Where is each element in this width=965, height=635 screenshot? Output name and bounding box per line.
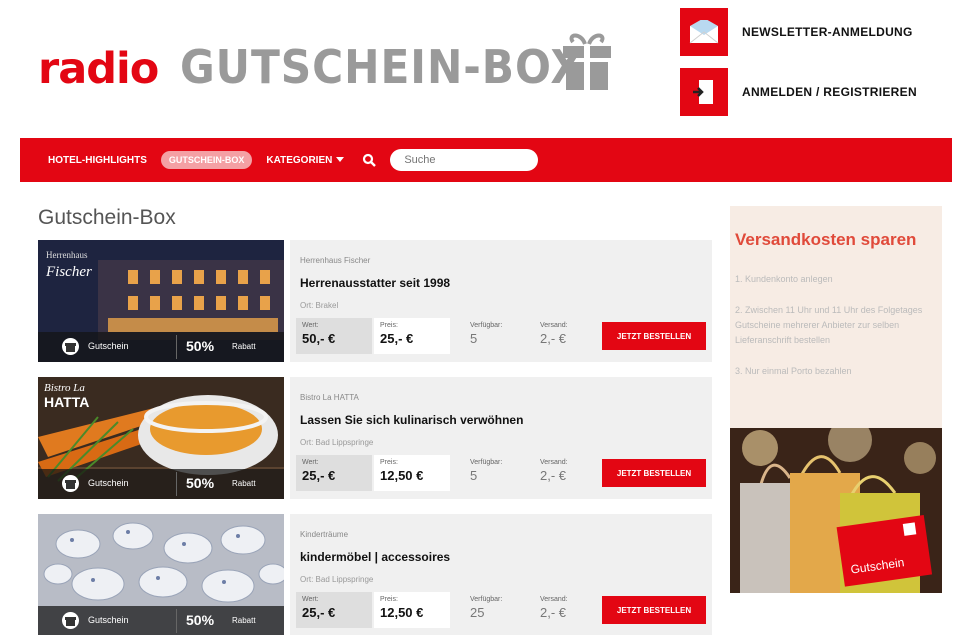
main-navigation: HOTEL-HIGHLIGHTS GUTSCHEIN-BOX KATEGORIE… xyxy=(20,138,952,182)
discount-percent: 50% xyxy=(186,475,215,491)
image-caption: Fischer xyxy=(45,264,92,280)
price-box: Preis: 12,50 € xyxy=(374,455,450,491)
svg-text:Herrenhaus: Herrenhaus xyxy=(46,250,88,260)
sidebar-step: 3. Nur einmal Porto bezahlen xyxy=(735,366,852,376)
product-card: Gutschein 50% Rabatt Kinderträume kinder… xyxy=(38,514,712,635)
nav-hotel-highlights[interactable]: HOTEL-HIGHLIGHTS xyxy=(48,155,147,166)
discount-percent: 50% xyxy=(186,612,215,628)
vendor-name[interactable]: Bistro La HATTA xyxy=(300,393,359,402)
sidebar-steps: 1. Kundenkonto anlegen 2. Zwischen 11 Uh… xyxy=(735,272,935,395)
svg-text:HATTA: HATTA xyxy=(44,394,89,410)
value-box: Wert: 50,- € xyxy=(296,318,372,354)
image-overlay-bar: Gutschein 50% Rabatt xyxy=(38,469,284,499)
image-overlay-bar: Gutschein 50% Rabatt xyxy=(38,606,284,635)
availability-box: Verfügbar: 5 xyxy=(470,459,503,483)
nav-kategorien-dropdown[interactable]: KATEGORIEN xyxy=(266,154,345,166)
newsletter-link[interactable]: NEWSLETTER-ANMELDUNG xyxy=(680,8,913,56)
product-location: Ort: Brakel xyxy=(300,301,339,310)
nav-kategorien-label: KATEGORIEN xyxy=(266,154,333,166)
nav-gutschein-box[interactable]: GUTSCHEIN-BOX xyxy=(160,151,253,169)
product-image-herrenhaus[interactable]: Herrenhaus Fischer Gutschein 50% Rabatt xyxy=(38,240,284,362)
product-image-kindertraeume[interactable]: Gutschein 50% Rabatt xyxy=(38,514,284,635)
search-icon[interactable] xyxy=(362,153,377,167)
product-card: Bistro La HATTA Gutschein 50% Rabatt Bis… xyxy=(38,377,712,499)
sidebar-step: 1. Kundenkonto anlegen xyxy=(735,274,833,284)
vendor-name[interactable]: Herrenhaus Fischer xyxy=(300,256,370,265)
sidebar-step: 2. Zwischen 11 Uhr und 11 Uhr des Folget… xyxy=(735,305,923,345)
image-overlay-bar: Gutschein 50% Rabatt xyxy=(38,332,284,362)
shipping-savings-banner[interactable]: Versandkosten sparen 1. Kundenkonto anle… xyxy=(730,206,942,593)
product-headline[interactable]: kindermöbel | accessoires xyxy=(300,550,450,564)
voucher-badge-label: Gutschein xyxy=(88,615,129,625)
price-box: Preis: 25,- € xyxy=(374,318,450,354)
chevron-down-icon xyxy=(336,157,345,162)
gift-badge-icon xyxy=(62,338,79,355)
voucher-badge-label: Gutschein xyxy=(88,478,129,488)
shipping-box: Versand: 2,- € xyxy=(540,459,568,483)
sidebar-title: Versandkosten sparen xyxy=(735,230,917,249)
gift-badge-icon xyxy=(62,475,79,492)
product-image-bistro[interactable]: Bistro La HATTA Gutschein 50% Rabatt xyxy=(38,377,284,499)
gift-icon xyxy=(563,33,611,90)
price-box: Preis: 12,50 € xyxy=(374,592,450,628)
shopping-bags-illustration: Gutschein xyxy=(730,428,942,593)
envelope-icon xyxy=(680,8,728,56)
availability-box: Verfügbar: 5 xyxy=(470,322,503,346)
discount-label: Rabatt xyxy=(232,342,256,351)
order-now-button[interactable]: JETZT BESTELLEN xyxy=(602,322,706,350)
radio-logo[interactable]: radio xyxy=(38,44,159,94)
product-info: Kinderträume kindermöbel | accessoires O… xyxy=(290,514,712,635)
svg-text:Bistro La: Bistro La xyxy=(44,382,85,394)
order-now-button[interactable]: JETZT BESTELLEN xyxy=(602,596,706,624)
product-info: Bistro La HATTA Lassen Sie sich kulinari… xyxy=(290,377,712,499)
value-box: Wert: 25,- € xyxy=(296,455,372,491)
gutschein-box-logo-title[interactable]: GUTSCHEIN-BOX xyxy=(180,40,584,94)
vendor-name[interactable]: Kinderträume xyxy=(300,530,348,539)
voucher-badge-label: Gutschein xyxy=(88,341,129,351)
product-location: Ort: Bad Lippspringe xyxy=(300,438,374,447)
product-headline[interactable]: Lassen Sie sich kulinarisch verwöhnen xyxy=(300,413,523,427)
value-box: Wert: 25,- € xyxy=(296,592,372,628)
discount-label: Rabatt xyxy=(232,479,256,488)
search-input[interactable] xyxy=(390,149,539,171)
product-location: Ort: Bad Lippspringe xyxy=(300,575,374,584)
shipping-box: Versand: 2,- € xyxy=(540,596,568,620)
door-login-icon xyxy=(680,68,728,116)
gift-badge-icon xyxy=(62,612,79,629)
login-register-link[interactable]: ANMELDEN / REGISTRIEREN xyxy=(680,68,917,116)
order-now-button[interactable]: JETZT BESTELLEN xyxy=(602,459,706,487)
discount-label: Rabatt xyxy=(232,616,256,625)
login-register-label: ANMELDEN / REGISTRIEREN xyxy=(742,85,917,99)
availability-box: Verfügbar: 25 xyxy=(470,596,503,620)
page-title: Gutschein-Box xyxy=(38,206,176,229)
product-card: Herrenhaus Fischer Gutschein 50% Rabatt … xyxy=(38,240,712,362)
product-info: Herrenhaus Fischer Herrenausstatter seit… xyxy=(290,240,712,362)
product-headline[interactable]: Herrenausstatter seit 1998 xyxy=(300,276,450,290)
shipping-box: Versand: 2,- € xyxy=(540,322,568,346)
newsletter-link-label: NEWSLETTER-ANMELDUNG xyxy=(742,25,913,39)
discount-percent: 50% xyxy=(186,338,215,354)
